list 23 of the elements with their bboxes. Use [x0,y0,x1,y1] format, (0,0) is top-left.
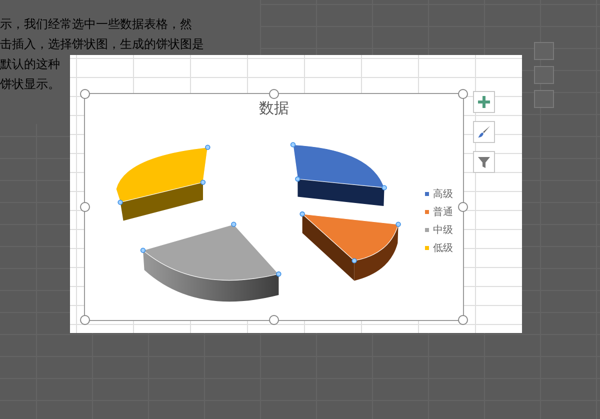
resize-handle[interactable] [458,202,468,212]
paragraph-line: 示，我们经常选中一些数据表格，然 [0,16,192,33]
legend-label: 中级 [433,224,453,237]
resize-handle[interactable] [80,202,90,212]
chart-style-button[interactable] [473,121,495,143]
legend-label: 低级 [433,242,453,255]
paragraph-line: 默认的这种 [0,56,60,73]
resize-handle[interactable] [80,89,90,99]
legend-label: 普通 [433,206,453,219]
paragraph-line: 饼状显示。 [0,76,60,93]
resize-handle[interactable] [269,89,279,99]
resize-handle[interactable] [458,315,468,325]
plus-icon [477,95,491,109]
chart-filter-button[interactable] [473,151,495,173]
paragraph-line: 击插入，选择饼状图，生成的饼状图是 [0,36,204,53]
resize-handle[interactable] [458,89,468,99]
chart-title: 数据 [258,99,290,118]
resize-handle[interactable] [80,315,90,325]
resize-handle[interactable] [269,315,279,325]
legend-label: 高级 [433,188,453,201]
filter-icon [477,155,491,169]
brush-icon [477,125,491,139]
add-element-button[interactable] [473,91,495,113]
